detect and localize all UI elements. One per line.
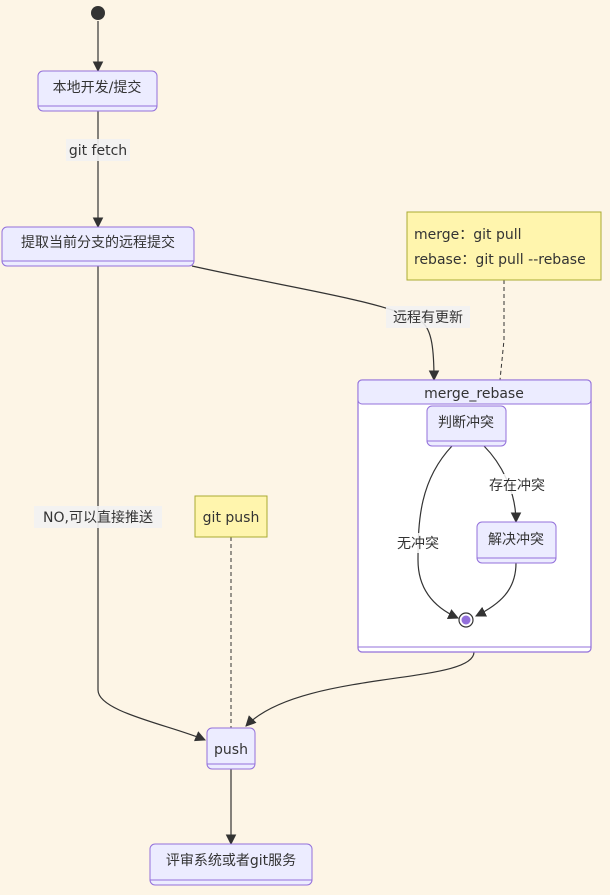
state-review-label: 评审系统或者git服务	[166, 853, 296, 869]
start-node	[91, 6, 105, 20]
state-resolve-conflict-label: 解决冲突	[488, 532, 544, 548]
state-push-label: push	[214, 742, 248, 758]
state-fetch-remote-label: 提取当前分支的远程提交	[21, 234, 175, 251]
state-judge-conflict[interactable]: 判断冲突	[426, 405, 507, 447]
state-review[interactable]: 评审系统或者git服务	[149, 843, 313, 886]
state-push[interactable]: push	[206, 727, 256, 770]
label-git-fetch: git fetch	[69, 143, 127, 159]
note-rebase-line: rebase：git pull --rebase	[414, 252, 586, 268]
composite-merge-rebase-title: merge_rebase	[424, 386, 524, 402]
note-merge-line: merge：git pull	[414, 227, 522, 243]
label-no-conflict: 无冲突	[397, 536, 439, 552]
edge-note-to-merge-rebase	[499, 280, 505, 381]
state-local-dev-label: 本地开发/提交	[53, 79, 142, 96]
state-resolve-conflict[interactable]: 解决冲突	[476, 521, 557, 564]
note-merge-rebase: merge：git pull rebase：git pull --rebase	[406, 211, 602, 281]
edge-fetch-to-push	[97, 266, 206, 742]
note-git-push: git push	[194, 495, 268, 538]
state-local-dev[interactable]: 本地开发/提交	[37, 70, 158, 112]
state-fetch-remote[interactable]: 提取当前分支的远程提交	[1, 226, 195, 267]
label-no-push-direct: NO,可以直接推送	[43, 509, 153, 526]
label-has-conflict: 存在冲突	[489, 478, 545, 494]
composite-merge-rebase[interactable]: merge_rebase 存在冲突 无冲突 判断冲突 解决冲突	[357, 379, 592, 653]
inner-end-node	[458, 612, 474, 628]
label-remote-updated: 远程有更新	[393, 310, 463, 326]
state-judge-conflict-label: 判断冲突	[438, 415, 494, 431]
edge-merge-rebase-to-push	[245, 651, 475, 727]
state-diagram: merge_rebase 存在冲突 无冲突 判断冲突 解决冲突 本地开发/提交 …	[1, 6, 602, 886]
note-git-push-label: git push	[203, 510, 260, 526]
